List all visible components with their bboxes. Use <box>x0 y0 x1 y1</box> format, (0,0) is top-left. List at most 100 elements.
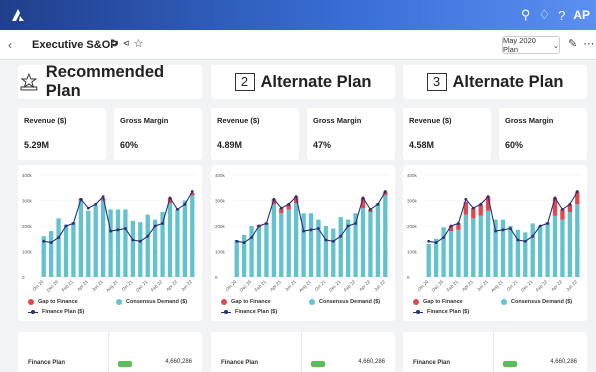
legend-swatch <box>28 299 34 305</box>
plan-title: Alternate Plan <box>452 72 564 91</box>
x-tick-label: Apr 21 <box>461 279 474 292</box>
consensus-bar <box>360 208 366 277</box>
consensus-bar <box>323 226 329 277</box>
user-avatar[interactable]: AP <box>573 8 590 22</box>
finance-point <box>42 239 46 243</box>
legend-label: Consensus Demand ($) <box>511 299 573 305</box>
search-icon[interactable]: ⚲ <box>521 7 531 23</box>
consensus-bar <box>145 214 150 277</box>
finance-point <box>516 238 520 242</box>
finance-point <box>553 196 557 200</box>
consensus-bar <box>190 195 195 277</box>
finance-point <box>190 190 194 193</box>
consensus-bar <box>567 211 573 277</box>
favorite-star-icon[interactable]: ☆ <box>133 37 143 50</box>
award-star-icon <box>20 73 38 91</box>
kpi-card-gross-margin: Gross Margin 60% <box>499 108 587 160</box>
refresh-icon[interactable]: ↻ <box>110 37 119 50</box>
y-tick-label: 300k <box>215 199 226 204</box>
y-tick-label: 0 <box>22 275 25 280</box>
consensus-bar <box>368 211 373 277</box>
y-tick-label: 100k <box>22 250 33 255</box>
edit-pencil-icon[interactable]: ✎ <box>568 37 577 50</box>
legend-item-consensus[interactable]: Consensus Demand ($) <box>309 299 380 305</box>
y-tick-label: 200k <box>215 224 226 229</box>
finance-point <box>494 229 497 233</box>
plan-select-value: May 2020 Plan <box>503 36 536 54</box>
x-tick-label: Oct 21 <box>314 279 327 292</box>
status-pill <box>311 361 325 367</box>
x-tick-label: Aug 21 <box>298 279 312 293</box>
page-header: ‹ Executive S&OP ↻ ⪦ ☆ May 2020 Plan ⌄ ✎… <box>0 30 596 60</box>
consensus-bar <box>308 213 314 277</box>
share-icon[interactable]: ⪦ <box>123 37 129 50</box>
consensus-bar <box>182 200 188 277</box>
consensus-bar <box>123 209 128 277</box>
legend-item-finance[interactable]: Finance Plan ($) <box>413 309 469 315</box>
finance-point <box>257 224 261 228</box>
legend-swatch <box>28 309 38 315</box>
legend-swatch <box>413 299 419 305</box>
x-tick-label: Dec 21 <box>135 279 149 293</box>
finance-point <box>124 227 127 230</box>
consensus-bar <box>234 240 239 277</box>
consensus-bar <box>56 218 61 277</box>
back-chevron-icon[interactable]: ‹ <box>8 38 12 52</box>
status-pill <box>118 361 132 367</box>
finance-point <box>346 224 350 228</box>
finance-point <box>183 202 187 206</box>
x-tick-label: Oct 21 <box>121 279 134 292</box>
kpi-label: Gross Margin <box>313 116 362 125</box>
consensus-bar <box>545 222 550 277</box>
consensus-bar <box>493 219 498 277</box>
chart-card: 0 100k 200k 300k 400k Oct 20 Dec 20 Feb 21 Apr 2… <box>211 165 395 321</box>
y-tick-label: 0 <box>215 275 218 280</box>
gap-bar <box>471 208 476 219</box>
consensus-bar <box>433 238 439 277</box>
x-tick-label: Jun 22 <box>373 279 386 292</box>
kpi-label: Revenue ($) <box>24 116 67 125</box>
legend-swatch <box>221 309 231 315</box>
chart-card: 0 100k 200k 300k 400k Oct 20 Dec 20 Feb 21 Apr 2… <box>18 165 202 321</box>
top-navigation-bar: ⚲ ♢ ? AP <box>0 0 596 30</box>
finance-point <box>161 222 164 225</box>
y-tick-label: 300k <box>407 199 418 204</box>
finance-plan-value: 4,660,286 <box>165 359 192 365</box>
finance-point <box>449 224 453 228</box>
finance-point <box>235 239 239 243</box>
legend-item-consensus[interactable]: Consensus Demand ($) <box>501 299 572 305</box>
help-icon[interactable]: ? <box>558 8 565 23</box>
finance-point <box>383 190 387 193</box>
more-options-icon[interactable]: ⋯ <box>583 37 594 50</box>
finance-point <box>331 239 335 243</box>
legend-swatch <box>221 299 227 305</box>
divider <box>301 332 302 372</box>
finance-point <box>501 228 505 232</box>
legend-item-finance[interactable]: Finance Plan ($) <box>221 309 277 315</box>
plan-version-select[interactable]: May 2020 Plan ⌄ <box>502 36 560 54</box>
legend-item-consensus[interactable]: Consensus Demand ($) <box>116 299 187 305</box>
consensus-bar <box>338 217 343 277</box>
legend-item-gap[interactable]: Gap to Finance <box>221 299 271 305</box>
finance-point <box>361 196 365 200</box>
x-tick-label: Apr 21 <box>269 279 282 292</box>
consensus-bar <box>167 203 173 277</box>
consensus-bar <box>383 195 388 277</box>
finance-point <box>434 241 438 244</box>
legend-item-gap[interactable]: Gap to Finance <box>413 299 463 305</box>
consensus-bar <box>537 226 543 277</box>
consensus-bar <box>138 222 143 277</box>
consensus-bar <box>575 204 580 277</box>
x-tick-label: Jun 22 <box>180 279 193 292</box>
plan-title-card: Recommended Plan <box>18 63 202 100</box>
legend-item-gap[interactable]: Gap to Finance <box>28 299 78 305</box>
finance-point <box>575 190 579 193</box>
finance-point <box>287 202 291 206</box>
finance-point <box>457 222 460 225</box>
y-tick-label: 400k <box>22 173 33 178</box>
finance-point <box>116 228 120 232</box>
app-logo-icon[interactable] <box>10 7 26 23</box>
divider <box>108 332 109 372</box>
legend-item-finance[interactable]: Finance Plan ($) <box>28 309 84 315</box>
notification-bell-icon[interactable]: ♢ <box>538 7 550 23</box>
